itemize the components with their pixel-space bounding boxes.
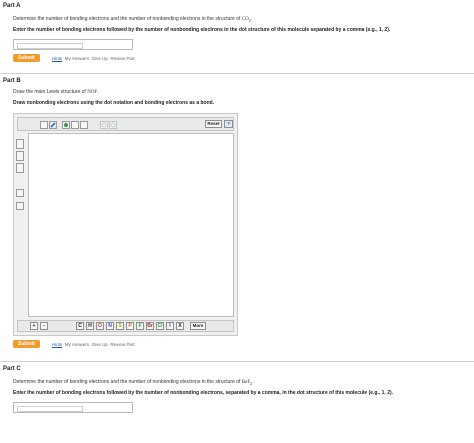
atom-button-s[interactable]: S bbox=[116, 322, 124, 330]
undo-icon[interactable] bbox=[100, 121, 108, 129]
bond-tool-icon[interactable] bbox=[71, 121, 79, 129]
give-up-link[interactable]: Give Up bbox=[92, 342, 108, 347]
answer-input-box[interactable] bbox=[17, 406, 83, 412]
review-part-link[interactable]: Review Part bbox=[110, 342, 134, 347]
part-c-answer-field[interactable] bbox=[13, 402, 133, 413]
part-a-question: Determine the number of bonding electron… bbox=[13, 16, 253, 23]
give-up-link[interactable]: Give Up bbox=[92, 56, 108, 61]
my-answers-link[interactable]: My Answers bbox=[65, 56, 89, 61]
hints-link[interactable]: Hints bbox=[52, 56, 62, 61]
atom-button-i[interactable]: I bbox=[166, 322, 174, 330]
part-a-submit-button[interactable]: Submit bbox=[13, 54, 40, 62]
atom-button-f[interactable]: F bbox=[136, 322, 144, 330]
atom-button-cl[interactable]: Cl bbox=[156, 322, 164, 330]
part-b-submit-button[interactable]: Submit bbox=[13, 340, 40, 348]
remove-charge-button[interactable]: - bbox=[40, 322, 48, 330]
more-button[interactable]: More bbox=[190, 322, 206, 330]
part-b-instruction: Draw nonbonding electrons using the dot … bbox=[13, 100, 215, 106]
atom-button-h[interactable]: H bbox=[86, 322, 94, 330]
lewis-editor: Reset ? + - C H O N S P F Br Cl I X More bbox=[13, 113, 238, 336]
double-bond-icon[interactable] bbox=[16, 151, 24, 161]
answer-input-box[interactable] bbox=[17, 43, 83, 49]
part-a-instruction: Enter the number of bonding electrons fo… bbox=[13, 27, 391, 33]
ring-tool-icon[interactable] bbox=[80, 121, 88, 129]
part-c-question: Determine the number of bonding electron… bbox=[13, 379, 254, 386]
atom-button-n[interactable]: N bbox=[106, 322, 114, 330]
triple-bond-icon[interactable] bbox=[16, 163, 24, 173]
single-bond-icon[interactable] bbox=[16, 139, 24, 149]
atom-button-p[interactable]: P bbox=[126, 322, 134, 330]
atom-button-x[interactable]: X bbox=[176, 322, 184, 330]
radical-icon[interactable] bbox=[16, 202, 24, 210]
lone-pair-icon[interactable] bbox=[16, 189, 24, 197]
review-part-link[interactable]: Review Part bbox=[110, 56, 134, 61]
part-c-instruction: Enter the number of bonding electrons fo… bbox=[13, 390, 394, 396]
reset-button[interactable]: Reset bbox=[205, 120, 222, 128]
pencil-tool-icon[interactable] bbox=[49, 121, 57, 129]
part-b-links: Hints My Answers Give Up Review Part bbox=[52, 342, 135, 347]
separator bbox=[0, 361, 474, 362]
atom-button-br[interactable]: Br bbox=[146, 322, 154, 330]
part-b-question: Draw the main Lewis structure of NOF. bbox=[13, 89, 99, 95]
add-charge-icon[interactable] bbox=[62, 121, 70, 129]
part-b-title: Part B bbox=[3, 78, 21, 84]
drawing-canvas[interactable] bbox=[28, 133, 234, 317]
select-tool-icon[interactable] bbox=[40, 121, 48, 129]
atom-button-o[interactable]: O bbox=[96, 322, 104, 330]
atom-toolbar: + - C H O N S P F Br Cl I X More bbox=[17, 320, 234, 332]
part-c-title: Part C bbox=[3, 366, 21, 372]
part-a-answer-field[interactable] bbox=[13, 39, 133, 50]
add-charge-button[interactable]: + bbox=[30, 322, 38, 330]
hints-link[interactable]: Hints bbox=[52, 342, 62, 347]
help-button[interactable]: ? bbox=[224, 120, 233, 128]
redo-icon[interactable] bbox=[109, 121, 117, 129]
my-answers-link[interactable]: My Answers bbox=[65, 342, 89, 347]
part-a-links: Hints My Answers Give Up Review Part bbox=[52, 56, 135, 61]
separator bbox=[0, 73, 474, 74]
atom-button-c[interactable]: C bbox=[76, 322, 84, 330]
part-a-title: Part A bbox=[3, 3, 21, 9]
editor-toolbar: Reset ? bbox=[17, 117, 234, 131]
